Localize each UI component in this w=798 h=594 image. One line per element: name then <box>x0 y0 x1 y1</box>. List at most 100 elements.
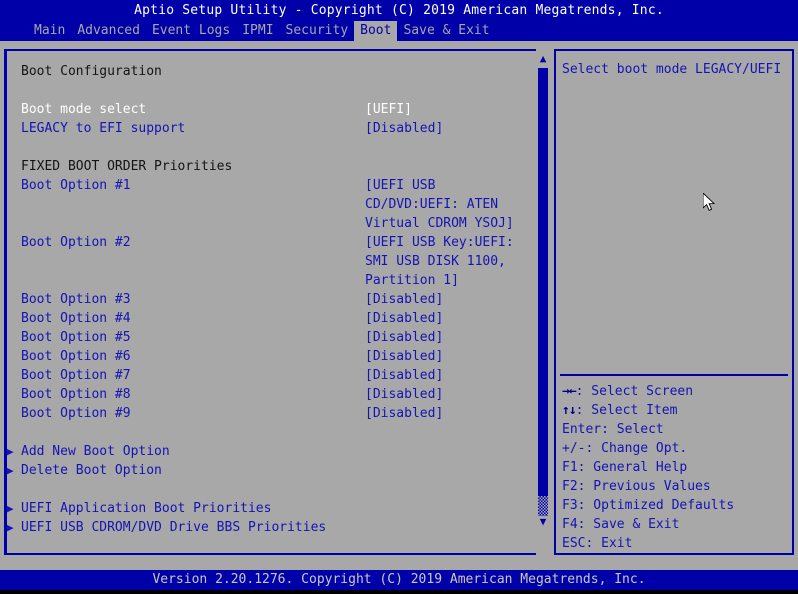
key-legend-text: F4: Save & Exit <box>562 517 680 532</box>
key-legend-row: Enter: Select <box>562 420 792 439</box>
settings-panel: Boot Configuration Boot mode select [UEFI]… <box>4 49 540 555</box>
setting-label: Boot Option #2 <box>21 235 131 250</box>
submenu-item-add-new-boot-option[interactable]: ▶ Add New Boot Option <box>7 442 521 461</box>
value-continuation-text: SMI USB DISK 1100, <box>365 254 506 269</box>
value-continuation-text: Partition 1] <box>365 273 459 288</box>
scrollbar-thumb[interactable] <box>538 68 548 496</box>
setting-value[interactable]: [Disabled] <box>365 366 443 385</box>
setting-value[interactable]: [Disabled] <box>365 290 443 309</box>
key-legend: →←: Select Screen ↑↓: Select Item Enter: S… <box>562 382 792 553</box>
submenu-arrow-icon: ▶ <box>7 445 14 458</box>
setting-row-boot-option-1[interactable]: Boot Option #1 [UEFI USB <box>21 176 521 195</box>
group-heading-label: FIXED BOOT ORDER Priorities <box>21 159 233 174</box>
submenu-item-delete-boot-option[interactable]: ▶ Delete Boot Option <box>7 461 521 480</box>
setting-row-boot-option-4[interactable]: Boot Option #4 [Disabled] <box>21 309 521 328</box>
scrollbar-track[interactable] <box>538 496 548 516</box>
value-continuation: CD/DVD:UEFI: ATEN <box>21 195 521 214</box>
submenu-item-uefi-usb-cdrom-dvd-drive-bbs-priorities[interactable]: ▶ UEFI USB CDROM/DVD Drive BBS Priorities <box>7 518 521 537</box>
submenu-arrow-icon: ▶ <box>7 502 14 515</box>
key-legend-text: F1: General Help <box>562 460 688 475</box>
setting-row-boot-option-5[interactable]: Boot Option #5 [Disabled] <box>21 328 521 347</box>
key-legend-text: : Select Item <box>575 403 678 418</box>
value-continuation: SMI USB DISK 1100, <box>21 252 521 271</box>
setting-label: Boot Option #4 <box>21 311 131 326</box>
section-title: Boot Configuration <box>21 62 521 81</box>
scroll-up-arrow-icon[interactable]: ▲ <box>538 53 548 64</box>
setting-value[interactable]: [Disabled] <box>365 385 443 404</box>
menu-tab-security[interactable]: Security <box>280 21 355 41</box>
key-legend-text: : Select Screen <box>575 384 694 399</box>
setting-value[interactable]: [Disabled] <box>365 309 443 328</box>
setting-label: Boot Option #3 <box>21 292 131 307</box>
body-area: Boot Configuration Boot mode select [UEFI]… <box>0 47 798 563</box>
section-title-label: Boot Configuration <box>21 64 162 79</box>
setting-row-boot-option-9[interactable]: Boot Option #9 [Disabled] <box>21 404 521 423</box>
key-legend-text: +/-: Change Opt. <box>562 441 688 456</box>
value-continuation: Partition 1] <box>21 271 521 290</box>
key-legend-row: +/-: Change Opt. <box>562 439 792 458</box>
setting-label: Boot Option #5 <box>21 330 131 345</box>
key-legend-text: F3: Optimized Defaults <box>562 498 735 513</box>
settings-list: Boot Configuration Boot mode select [UEFI]… <box>7 51 521 553</box>
key-legend-row: ↑↓: Select Item <box>562 401 792 420</box>
submenu-item-label: UEFI USB CDROM/DVD Drive BBS Priorities <box>21 520 327 535</box>
submenu-item-uefi-application-boot-priorities[interactable]: ▶ UEFI Application Boot Priorities <box>7 499 521 518</box>
key-legend-row: F1: General Help <box>562 458 792 477</box>
key-legend-row: ESC: Exit <box>562 534 792 553</box>
setting-label: Boot Option #6 <box>21 349 131 364</box>
submenu-arrow-icon: ▶ <box>7 521 14 534</box>
setting-value[interactable]: [UEFI USB <box>365 176 435 195</box>
setting-label: Boot Option #8 <box>21 387 131 402</box>
setting-row-legacy-to-efi-support[interactable]: LEGACY to EFI support [Disabled] <box>21 119 521 138</box>
setting-value[interactable]: [Disabled] <box>365 347 443 366</box>
help-panel: Select boot mode LEGACY/UEFI →←: Select … <box>554 49 794 555</box>
value-continuation: Virtual CDROM YSOJ] <box>21 214 521 233</box>
submenu-arrow-icon: ▶ <box>7 464 14 477</box>
key-legend-text: F2: Previous Values <box>562 479 711 494</box>
group-heading: FIXED BOOT ORDER Priorities <box>21 157 521 176</box>
setting-label: Boot mode select <box>21 102 147 117</box>
submenu-item-label: Delete Boot Option <box>21 463 162 478</box>
settings-scrollbar[interactable]: ▲ ▼ <box>536 49 550 555</box>
bios-setup-screen: Aptio Setup Utility - Copyright (C) 2019… <box>0 0 798 594</box>
key-arrow-icon: →← <box>562 384 577 399</box>
setting-row-boot-mode-select[interactable]: Boot mode select [UEFI] <box>21 100 521 119</box>
help-panel-divider <box>560 374 788 376</box>
menu-tab-main[interactable]: Main <box>28 21 71 41</box>
setting-row-boot-option-6[interactable]: Boot Option #6 [Disabled] <box>21 347 521 366</box>
menu-tab-event-logs[interactable]: Event Logs <box>146 21 236 41</box>
setting-value[interactable]: [UEFI USB Key:UEFI: <box>365 233 514 252</box>
setting-value[interactable]: [Disabled] <box>365 404 443 423</box>
window-title: Aptio Setup Utility - Copyright (C) 2019… <box>0 0 798 21</box>
key-legend-row: F4: Save & Exit <box>562 515 792 534</box>
key-legend-row: F3: Optimized Defaults <box>562 496 792 515</box>
setting-value[interactable]: [UEFI] <box>365 100 412 119</box>
setting-label: Boot Option #9 <box>21 406 131 421</box>
menu-tab-save-exit[interactable]: Save & Exit <box>397 21 495 41</box>
setting-value[interactable]: [Disabled] <box>365 328 443 347</box>
setting-label: Boot Option #1 <box>21 178 131 193</box>
submenu-item-label: UEFI Application Boot Priorities <box>21 501 272 516</box>
version-footer: Version 2.20.1276. Copyright (C) 2019 Am… <box>0 570 798 590</box>
setting-label: Boot Option #7 <box>21 368 131 383</box>
key-legend-row: F2: Previous Values <box>562 477 792 496</box>
setting-row-boot-option-8[interactable]: Boot Option #8 [Disabled] <box>21 385 521 404</box>
menu-tab-advanced[interactable]: Advanced <box>71 21 146 41</box>
scroll-down-arrow-icon[interactable]: ▼ <box>538 516 548 527</box>
bottom-divider-strip <box>0 563 798 570</box>
menu-bar: Main Advanced Event Logs IPMI Security Boot Sa… <box>0 21 798 41</box>
menu-tab-boot[interactable]: Boot <box>354 21 398 41</box>
setting-label: LEGACY to EFI support <box>21 121 186 136</box>
setting-row-boot-option-3[interactable]: Boot Option #3 [Disabled] <box>21 290 521 309</box>
setting-row-boot-option-2[interactable]: Boot Option #2 [UEFI USB Key:UEFI: <box>21 233 521 252</box>
setting-value[interactable]: [Disabled] <box>365 119 443 138</box>
menu-tab-ipmi[interactable]: IPMI <box>236 21 279 41</box>
help-text: Select boot mode LEGACY/UEFI <box>562 62 782 77</box>
setting-row-boot-option-7[interactable]: Boot Option #7 [Disabled] <box>21 366 521 385</box>
value-continuation-text: CD/DVD:UEFI: ATEN <box>365 197 499 212</box>
key-legend-text: ESC: Exit <box>562 536 633 551</box>
key-legend-text: Enter: Select <box>562 422 664 437</box>
